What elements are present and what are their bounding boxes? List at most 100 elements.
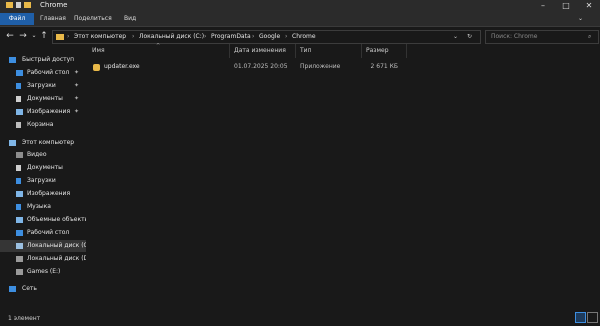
close-button[interactable]: ✕ (578, 0, 600, 11)
file-name: updater.exe (104, 63, 140, 70)
sidebar-item-3d-objects[interactable]: Объемные объекты (0, 214, 86, 226)
sidebar-item-downloads[interactable]: Загрузки ✦ (0, 80, 86, 92)
desktop-icon (16, 230, 23, 236)
new-folder-icon[interactable] (24, 2, 31, 8)
breadcrumb-separator[interactable]: › (285, 31, 287, 43)
pin-icon[interactable]: ✦ (74, 93, 79, 105)
back-button[interactable]: ← (4, 30, 16, 42)
large-icons-view-icon[interactable] (587, 312, 598, 323)
search-placeholder: Поиск: Chrome (491, 33, 538, 40)
sidebar-item-pc-downloads[interactable]: Загрузки (0, 175, 86, 187)
column-header-label: Дата изменения (234, 47, 286, 54)
document-icon (16, 165, 21, 171)
minimize-button[interactable]: – (532, 0, 554, 11)
properties-icon[interactable] (16, 2, 21, 8)
item-count: 1 элемент (8, 315, 41, 322)
address-dropdown-icon[interactable]: ⌄ (453, 31, 458, 43)
sidebar-item-recycle-bin[interactable]: Корзина (0, 119, 86, 131)
sidebar-item-label: Рабочий стол (27, 69, 70, 76)
sidebar-item-label: Документы (27, 95, 63, 102)
file-type: Приложение (300, 63, 341, 70)
sidebar-item-games-e[interactable]: Games (E:) (0, 266, 86, 278)
navigation-pane: Быстрый доступ Рабочий стол ✦ Загрузки ✦… (0, 48, 86, 310)
breadcrumb-separator[interactable]: › (67, 31, 69, 43)
tab-view[interactable]: Вид (124, 13, 136, 25)
column-header-label: Тип (300, 47, 312, 54)
file-date: 01.07.2025 20:05 (234, 63, 288, 70)
address-bar[interactable]: › Этот компьютер › Локальный диск (C:) ›… (52, 30, 481, 44)
tab-share[interactable]: Поделиться (74, 13, 112, 25)
computer-icon (9, 140, 16, 146)
sidebar-item-documents[interactable]: Документы ✦ (0, 93, 86, 105)
breadcrumb-separator[interactable]: › (132, 31, 134, 43)
pin-icon[interactable]: ✦ (74, 80, 79, 92)
refresh-icon[interactable]: ↻ (467, 31, 472, 43)
sidebar-item-pc-pictures[interactable]: Изображения (0, 188, 86, 200)
search-input[interactable]: Поиск: Chrome ⌕ (485, 30, 599, 44)
tab-file[interactable]: Файл (0, 13, 34, 25)
breadcrumb-this-pc[interactable]: Этот компьютер (74, 31, 126, 43)
details-view-icon[interactable] (575, 312, 586, 323)
breadcrumb-separator[interactable]: › (252, 31, 254, 43)
exe-file-icon (93, 64, 100, 71)
sidebar-item-label: Изображения (27, 108, 71, 115)
sidebar-item-label: Корзина (27, 121, 54, 128)
column-header-type[interactable]: Тип (296, 44, 362, 58)
picture-icon (16, 191, 23, 197)
sidebar-item-label: Локальный диск (D:) (27, 255, 86, 262)
column-header-name[interactable]: Имя ^ (88, 43, 230, 58)
document-icon (16, 96, 21, 102)
sidebar-item-videos[interactable]: Видео (0, 149, 86, 161)
music-icon (16, 204, 21, 210)
window-title: Chrome (40, 1, 68, 9)
folder-icon (56, 34, 64, 40)
sidebar-item-label: Изображения (27, 190, 71, 197)
picture-icon (16, 109, 23, 115)
column-header-size[interactable]: Размер (362, 44, 407, 58)
up-button[interactable]: ↑ (38, 30, 50, 42)
pin-icon[interactable]: ✦ (74, 106, 79, 118)
cube-icon (16, 217, 23, 223)
sidebar-item-pc-desktop[interactable]: Рабочий стол (0, 227, 86, 239)
sidebar-item-label: Рабочий стол (27, 229, 70, 236)
sidebar-item-desktop[interactable]: Рабочий стол ✦ (0, 67, 86, 79)
maximize-button[interactable]: □ (555, 0, 577, 11)
column-header-label: Имя (92, 47, 105, 54)
sidebar-item-label: Этот компьютер (22, 139, 75, 146)
star-icon (9, 57, 16, 63)
sidebar-item-music[interactable]: Музыка (0, 201, 86, 213)
breadcrumb-programdata[interactable]: ProgramData (211, 31, 251, 43)
sidebar-item-label: Локальный диск (C:) (27, 242, 86, 249)
file-size: 2 671 КБ (370, 63, 398, 70)
sidebar-item-label: Объемные объекты (27, 216, 86, 223)
breadcrumb-separator[interactable]: › (204, 31, 206, 43)
column-header-label: Размер (366, 47, 389, 54)
drive-icon (16, 243, 23, 249)
sidebar-item-this-pc[interactable]: Этот компьютер (0, 137, 86, 149)
file-list: Имя ^ Дата изменения Тип Размер updater.… (88, 43, 600, 310)
sidebar-item-disk-c[interactable]: Локальный диск (C:) (0, 240, 86, 252)
network-icon (9, 286, 16, 292)
column-header-date[interactable]: Дата изменения (230, 44, 296, 58)
sidebar-item-pc-documents[interactable]: Документы (0, 162, 86, 174)
ribbon-expand-icon[interactable]: ⌄ (578, 13, 583, 25)
sidebar-item-label: Загрузки (27, 82, 56, 89)
sidebar-item-label: Документы (27, 164, 63, 171)
folder-icon (6, 2, 13, 8)
ribbon: Файл Главная Поделиться Вид ⌄ (0, 11, 600, 27)
breadcrumb-disk-c[interactable]: Локальный диск (C:) (139, 31, 204, 43)
breadcrumb-chrome[interactable]: Chrome (292, 31, 316, 43)
breadcrumb-google[interactable]: Google (259, 31, 280, 43)
tab-home[interactable]: Главная (40, 13, 66, 25)
sidebar-item-label: Быстрый доступ (22, 56, 75, 63)
sidebar-item-label: Музыка (27, 203, 51, 210)
table-row[interactable]: updater.exe 01.07.2025 20:05 Приложение … (88, 61, 408, 73)
drive-icon (16, 256, 23, 262)
pin-icon[interactable]: ✦ (74, 67, 79, 79)
sidebar-item-quick-access[interactable]: Быстрый доступ (0, 54, 86, 66)
sidebar-item-network[interactable]: Сеть (0, 283, 86, 295)
sidebar-item-disk-d[interactable]: Локальный диск (D:) (0, 253, 86, 265)
sidebar-item-pictures[interactable]: Изображения ✦ (0, 106, 86, 118)
search-icon: ⌕ (588, 33, 592, 40)
download-icon (16, 178, 21, 184)
